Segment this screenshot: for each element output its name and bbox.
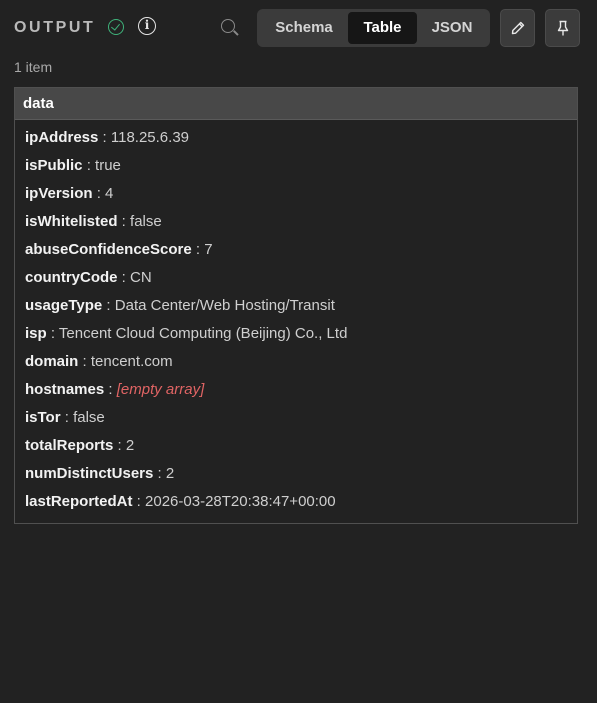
field-key: ipAddress: [25, 129, 99, 146]
field-separator: :: [98, 129, 111, 146]
field-key: totalReports: [25, 437, 114, 454]
field-value: Data Center/Web Hosting/Transit: [114, 297, 335, 314]
check-circle-icon: [108, 19, 124, 35]
table-row: ipVersion : 4: [25, 180, 577, 208]
field-separator: :: [117, 213, 131, 230]
table-row: abuseConfidenceScore : 7: [25, 236, 577, 264]
search-icon[interactable]: [221, 19, 235, 33]
field-key: isPublic: [25, 157, 83, 174]
field-separator: :: [78, 353, 91, 370]
output-header: OUTPUT i Schema Table JSON: [14, 9, 584, 47]
field-separator: :: [102, 297, 115, 314]
panel-title: OUTPUT: [14, 19, 96, 36]
field-key: isTor: [25, 409, 61, 426]
table-row: numDistinctUsers : 2: [25, 460, 577, 488]
table-row: isp : Tencent Cloud Computing (Beijing) …: [25, 320, 577, 348]
field-value: [empty array]: [116, 381, 205, 398]
table-row: usageType : Data Center/Web Hosting/Tran…: [25, 292, 577, 320]
edit-button[interactable]: [500, 9, 535, 47]
table-row: isPublic : true: [25, 152, 577, 180]
field-key: lastReportedAt: [25, 493, 133, 510]
field-value: 4: [105, 185, 114, 202]
field-separator: :: [92, 185, 106, 202]
table-row: isWhitelisted : false: [25, 208, 577, 236]
field-key: isp: [25, 325, 47, 342]
output-panel: OUTPUT i Schema Table JSON 1 item data i…: [0, 0, 597, 703]
field-value: 118.25.6.39: [110, 129, 190, 146]
field-key: countryCode: [25, 269, 118, 286]
table-row: domain : tencent.com: [25, 348, 577, 376]
field-separator: :: [153, 465, 166, 482]
field-value: Tencent Cloud Computing (Beijing) Co., L…: [58, 325, 348, 342]
field-separator: :: [104, 381, 117, 398]
pin-icon: [557, 20, 569, 36]
field-value: CN: [130, 269, 152, 286]
field-key: numDistinctUsers: [25, 465, 154, 482]
table-row: totalReports : 2: [25, 432, 577, 460]
field-value: 2: [165, 465, 175, 482]
data-table: data ipAddress : 118.25.6.39 isPublic : t…: [14, 87, 578, 524]
table-row: hostnames : [empty array]: [25, 376, 577, 404]
info-icon[interactable]: i: [138, 17, 156, 35]
tab-json[interactable]: JSON: [417, 12, 487, 44]
field-separator: :: [113, 437, 126, 454]
field-separator: :: [46, 325, 59, 342]
field-value: 7: [204, 241, 213, 258]
field-value: false: [130, 213, 162, 230]
field-key: domain: [25, 353, 79, 370]
field-value: false: [73, 409, 105, 426]
tab-schema[interactable]: Schema: [260, 12, 348, 44]
table-row: countryCode : CN: [25, 264, 577, 292]
field-value: 2026-03-28T20:38:47+00:00: [145, 493, 336, 510]
table-row: ipAddress : 118.25.6.39: [25, 124, 577, 152]
field-separator: :: [117, 269, 131, 286]
pin-button[interactable]: [545, 9, 580, 47]
field-separator: :: [82, 157, 96, 174]
view-mode-tabs: Schema Table JSON: [257, 9, 490, 47]
field-key: hostnames: [25, 381, 105, 398]
data-rows: ipAddress : 118.25.6.39 isPublic : true ip…: [15, 120, 577, 516]
item-count: 1 item: [14, 59, 53, 75]
field-value: tencent.com: [90, 353, 173, 370]
table-row: lastReportedAt : 2026-03-28T20:38:47+00:…: [25, 488, 577, 516]
field-separator: :: [191, 241, 205, 258]
tab-table[interactable]: Table: [348, 12, 417, 44]
field-separator: :: [60, 409, 74, 426]
column-header-data[interactable]: data: [15, 88, 577, 120]
field-value: true: [95, 157, 121, 174]
field-key: ipVersion: [25, 185, 93, 202]
field-value: 2: [125, 437, 135, 454]
field-key: usageType: [25, 297, 103, 314]
pencil-icon: [511, 21, 525, 35]
field-key: isWhitelisted: [25, 213, 118, 230]
field-separator: :: [132, 493, 146, 510]
table-row: isTor : false: [25, 404, 577, 432]
field-key: abuseConfidenceScore: [25, 241, 192, 258]
